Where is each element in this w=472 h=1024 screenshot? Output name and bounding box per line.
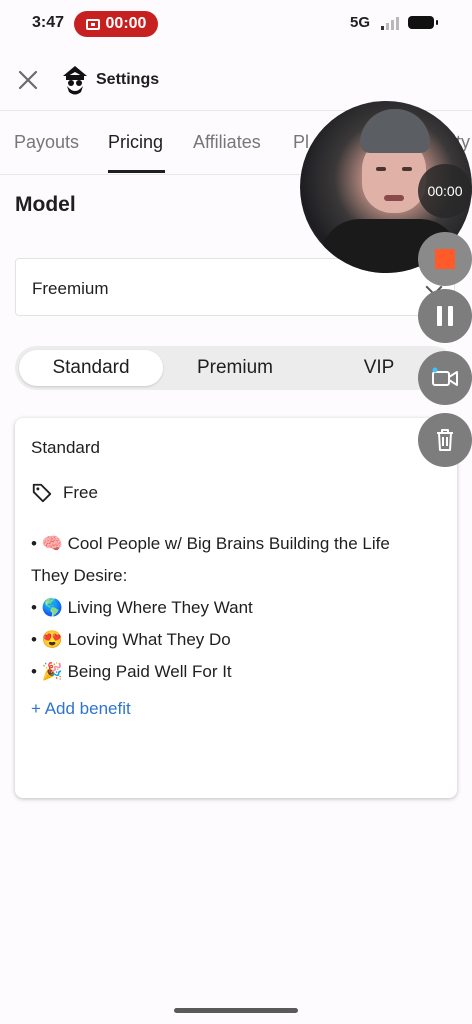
screen-record-icon — [85, 18, 100, 30]
tab-affiliates[interactable]: Affiliates — [193, 132, 261, 153]
app-logo — [63, 66, 87, 95]
tab-pricing[interactable]: Pricing — [108, 132, 163, 153]
price-label: Free — [63, 483, 98, 502]
model-select-value: Freemium — [32, 279, 109, 298]
camera-person-beanie — [360, 109, 430, 153]
benefit-item[interactable]: • 🧠 Cool People w/ Big Brains Building t… — [31, 528, 431, 592]
benefit-item[interactable]: • 🌎 Living Where They Want — [31, 592, 431, 624]
network-type: 5G — [350, 14, 371, 31]
status-time: 3:47 — [32, 14, 65, 31]
tab-payouts[interactable]: Payouts — [14, 132, 79, 153]
trash-icon — [437, 429, 453, 451]
pause-icon — [437, 306, 453, 326]
stop-recording-button[interactable] — [418, 232, 472, 286]
tier-standard[interactable]: Standard — [19, 350, 163, 386]
recording-time: 00:00 — [105, 15, 147, 32]
stop-icon — [435, 249, 455, 269]
model-heading: Model — [15, 193, 76, 216]
battery-icon — [408, 16, 438, 29]
camera-toggle-button[interactable] — [418, 351, 472, 405]
active-tab-indicator — [108, 170, 165, 173]
benefit-item[interactable]: • 🎉 Being Paid Well For It — [31, 656, 431, 688]
tier-selector: Standard Premium VIP — [15, 346, 455, 390]
tab-partial[interactable]: Pl — [293, 132, 309, 153]
add-benefit-link[interactable]: + Add benefit — [31, 699, 131, 719]
benefit-item[interactable]: • 😍 Loving What They Do — [31, 624, 431, 656]
page-title: Settings — [96, 71, 160, 88]
video-camera-icon — [432, 367, 458, 386]
benefit-list: • 🧠 Cool People w/ Big Brains Building t… — [31, 528, 431, 688]
screen-recording-pill[interactable]: 00:00 — [74, 11, 158, 37]
tier-premium[interactable]: Premium — [163, 350, 307, 386]
tier-card-title: Standard — [31, 438, 100, 457]
home-indicator[interactable] — [174, 1008, 298, 1013]
tier-card: Standard Free • 🧠 Cool People w/ Big Bra… — [15, 418, 457, 798]
close-icon[interactable] — [16, 68, 40, 92]
delete-recording-button[interactable] — [418, 413, 472, 467]
status-bar: 3:47 00:00 5G — [0, 0, 472, 48]
recording-timer: 00:00 — [418, 164, 472, 218]
signal-strength-icon — [381, 16, 399, 30]
pause-recording-button[interactable] — [418, 289, 472, 343]
price-row: Free — [31, 482, 98, 504]
price-tag-icon — [32, 483, 52, 503]
